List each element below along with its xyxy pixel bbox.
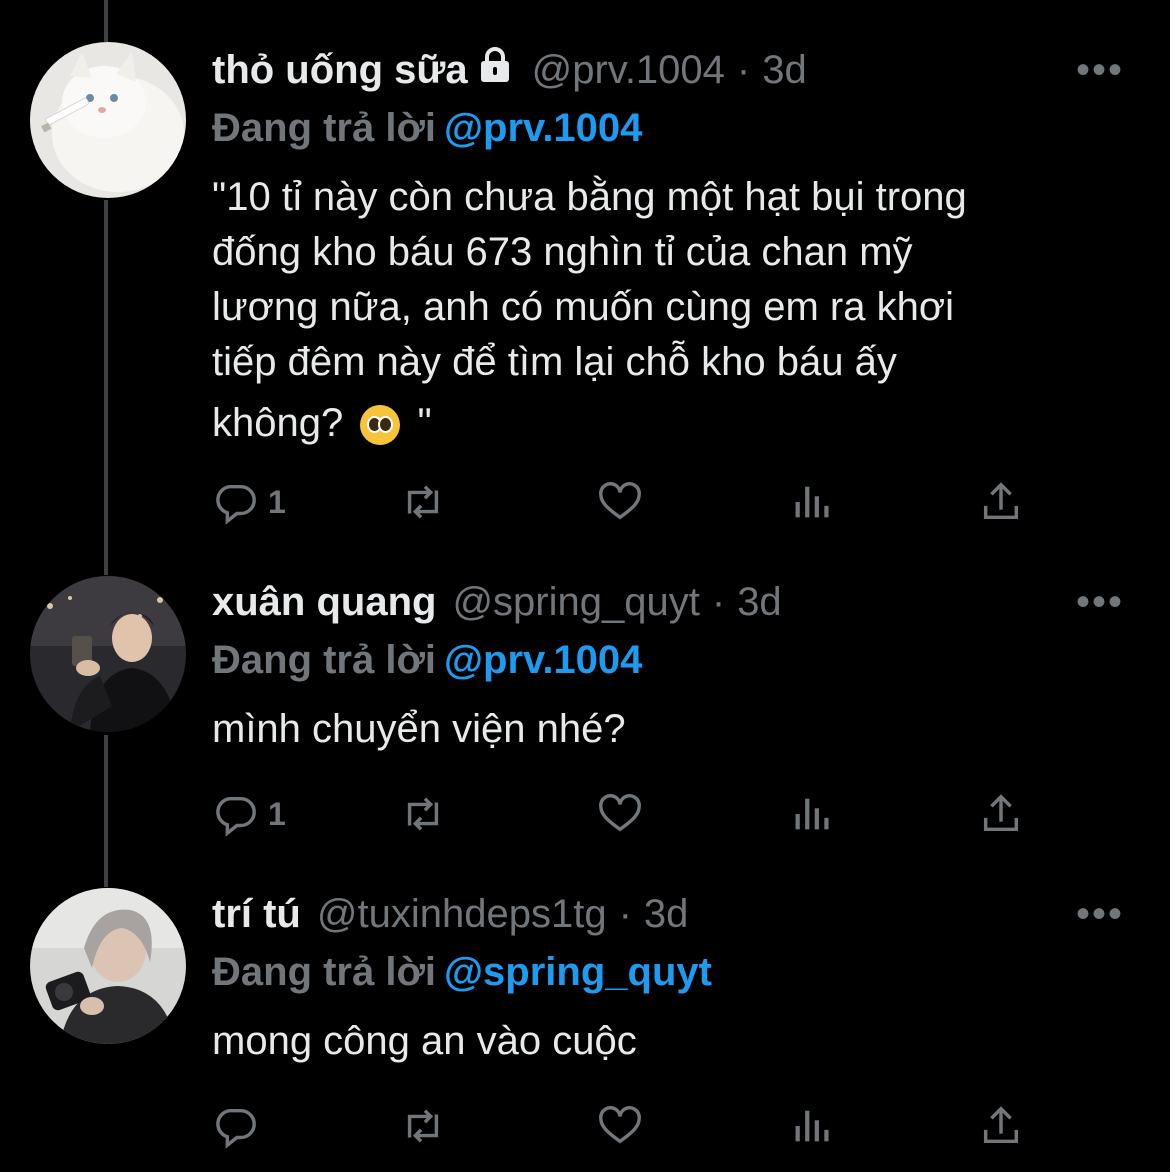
tweet-text-line: lương nữa, anh có muốn cùng em ra khơi	[212, 285, 954, 329]
retweet-icon	[407, 485, 439, 519]
tweet-text-line: đống kho báu 673 nghìn tỉ của chan mỹ	[212, 230, 913, 274]
timestamp[interactable]: 3d	[762, 48, 807, 93]
pleading-face-emoji	[360, 405, 401, 446]
tweet-actions: 1	[212, 472, 1052, 532]
analytics-button[interactable]	[790, 1096, 836, 1156]
replying-to: Đang trả lời @prv.1004	[212, 632, 1140, 688]
tweet[interactable]: xuân quang @spring_quyt · 3d ••• Đang tr…	[0, 572, 1170, 872]
retweet-button[interactable]	[400, 1096, 446, 1156]
retweet-icon	[407, 797, 439, 831]
like-button[interactable]	[597, 472, 643, 532]
analytics-icon	[795, 1110, 829, 1142]
avatar[interactable]	[30, 576, 186, 732]
share-button[interactable]	[978, 1096, 1024, 1156]
tweet-header: xuân quang @spring_quyt · 3d	[212, 572, 1140, 632]
reply-count: 1	[268, 795, 286, 832]
reply-icon	[216, 796, 256, 837]
reply-icon	[216, 1108, 256, 1149]
reply-button[interactable]: 1	[212, 784, 286, 844]
user-handle[interactable]: @spring_quyt	[452, 580, 699, 625]
tweet-actions	[212, 1096, 1052, 1156]
timestamp[interactable]: 3d	[737, 580, 782, 625]
tweet-text: mình chuyển viện nhé?	[212, 707, 626, 751]
more-options-icon[interactable]: •••	[1076, 48, 1124, 93]
timestamp[interactable]: 3d	[644, 892, 689, 937]
share-icon	[983, 1106, 1019, 1144]
heart-icon	[599, 794, 641, 832]
more-options-icon[interactable]: •••	[1076, 892, 1124, 937]
mention-link[interactable]: @prv.1004	[444, 638, 642, 682]
avatar[interactable]	[30, 888, 186, 1044]
replying-label: Đang trả lời	[212, 950, 437, 994]
user-handle[interactable]: @prv.1004	[532, 48, 725, 93]
user-handle[interactable]: @tuxinhdeps1tg	[317, 892, 607, 937]
mention-link[interactable]: @prv.1004	[444, 106, 642, 150]
heart-icon	[599, 1106, 641, 1144]
display-name[interactable]: thỏ uống sữa	[212, 48, 468, 93]
like-button[interactable]	[597, 1096, 643, 1156]
analytics-icon	[795, 798, 829, 830]
tweet-header: trí tú @tuxinhdeps1tg · 3d	[212, 884, 1140, 944]
replying-label: Đang trả lời	[212, 638, 437, 682]
display-name[interactable]: xuân quang	[212, 580, 436, 625]
retweet-button[interactable]	[400, 784, 446, 844]
replying-to: Đang trả lời @spring_quyt	[212, 944, 1140, 1000]
tweet[interactable]: thỏ uống sữa @prv.1004 · 3d ••• Đang trả…	[0, 40, 1170, 540]
reply-button[interactable]: 1	[212, 472, 286, 532]
reply-count: 1	[268, 483, 286, 520]
retweet-icon	[407, 1109, 439, 1143]
share-button[interactable]	[978, 472, 1024, 532]
avatar[interactable]	[30, 42, 186, 198]
replying-label: Đang trả lời	[212, 106, 437, 150]
display-name[interactable]: trí tú	[212, 892, 301, 937]
separator-dot: ·	[711, 579, 726, 624]
analytics-button[interactable]	[790, 472, 836, 532]
separator-dot: ·	[618, 891, 632, 936]
reply-icon	[216, 484, 256, 525]
tweet[interactable]: trí tú @tuxinhdeps1tg · 3d ••• Đang trả …	[0, 884, 1170, 1172]
tweet-text-fragment: không?	[212, 401, 344, 445]
lock-icon	[478, 46, 512, 94]
replying-to: Đang trả lời @prv.1004	[212, 100, 1140, 156]
analytics-button[interactable]	[790, 784, 836, 844]
retweet-button[interactable]	[400, 472, 446, 532]
tweet-text-line: "10 tỉ này còn chưa bằng một hạt bụi tro…	[212, 175, 967, 219]
thread-line	[104, 0, 108, 42]
mention-link[interactable]: @spring_quyt	[444, 950, 712, 994]
tweet-text-fragment: "	[417, 401, 432, 445]
analytics-icon	[795, 486, 829, 518]
more-options-icon[interactable]: •••	[1076, 580, 1124, 625]
tweet-text-line: tiếp đêm này để tìm lại chỗ kho báu ấy	[212, 340, 897, 384]
tweet-text-line: không? "	[212, 396, 1140, 451]
tweet-text: "10 tỉ này còn chưa bằng một hạt bụi tro…	[212, 170, 1140, 451]
like-button[interactable]	[597, 784, 643, 844]
share-button[interactable]	[978, 784, 1024, 844]
tweet-text: mong công an vào cuộc	[212, 1019, 637, 1063]
reply-button[interactable]	[212, 1096, 268, 1156]
share-icon	[983, 482, 1019, 520]
tweet-actions: 1	[212, 784, 1052, 844]
share-icon	[983, 794, 1019, 832]
heart-icon	[599, 482, 641, 520]
tweet-header: thỏ uống sữa @prv.1004 · 3d	[212, 40, 1140, 100]
separator-dot: ·	[736, 47, 751, 92]
